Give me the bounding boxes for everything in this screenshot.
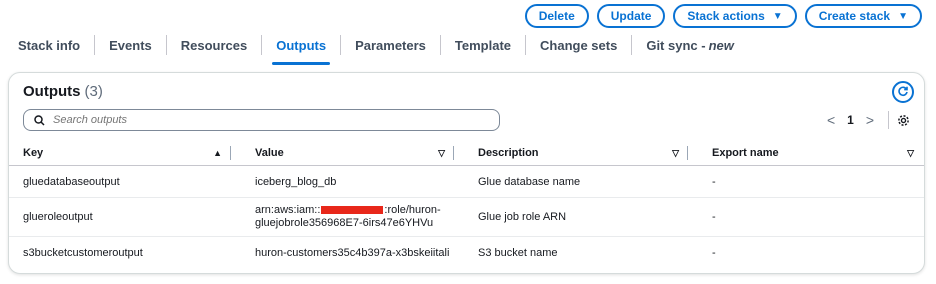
value-text: arn:aws:iam:: <box>255 204 321 216</box>
caret-down-icon: ▼ <box>898 10 908 22</box>
table-header-row: Key ▲ Value ▽ Description ▽ Export name ▽ <box>9 141 924 166</box>
caret-down-icon: ▼ <box>772 10 783 22</box>
redaction-mark <box>321 206 384 215</box>
tab-resources[interactable]: Resources <box>167 35 263 55</box>
column-header-key[interactable]: Key ▲ <box>9 141 241 166</box>
search-box[interactable] <box>23 109 500 131</box>
sort-icon[interactable]: ▽ <box>672 148 679 159</box>
tab-parameters[interactable]: Parameters <box>341 35 441 55</box>
current-page[interactable]: 1 <box>841 113 860 127</box>
create-stack-label: Create stack <box>818 9 891 23</box>
tab-label: Stack info <box>18 37 81 53</box>
search-icon <box>34 114 45 126</box>
column-divider <box>230 146 231 160</box>
delete-button-label: Delete <box>538 9 575 23</box>
output-description: S3 bucket name <box>478 246 558 259</box>
stack-tabs: Stack info Events Resources Outputs Para… <box>12 28 924 65</box>
column-label: Value <box>255 147 284 159</box>
column-label: Key <box>23 147 44 159</box>
sort-ascending-icon[interactable]: ▲ <box>213 148 222 158</box>
prev-page-icon[interactable]: < <box>821 112 841 128</box>
column-header-export-name[interactable]: Export name ▽ <box>698 141 924 166</box>
column-header-value[interactable]: Value ▽ <box>241 141 464 166</box>
output-key: gluedatabaseoutput <box>9 165 241 198</box>
output-export-name: - <box>698 165 924 198</box>
update-button[interactable]: Update <box>596 4 666 28</box>
new-badge: new <box>708 37 734 53</box>
tab-outputs[interactable]: Outputs <box>262 35 342 65</box>
column-label: Description <box>478 147 539 159</box>
stack-actions-bar: Delete Update Stack actions ▼ Create stac… <box>524 4 922 28</box>
outputs-table: Key ▲ Value ▽ Description ▽ Export name ▽ gl… <box>9 141 924 268</box>
stack-actions-label: Stack actions <box>687 9 765 23</box>
tab-events[interactable]: Events <box>95 35 167 55</box>
sort-icon[interactable]: ▽ <box>907 148 914 159</box>
tab-label: Resources <box>180 37 248 53</box>
output-key: glueroleoutput <box>9 197 241 237</box>
column-divider <box>453 146 454 160</box>
panel-title-text: Outputs <box>23 83 81 100</box>
output-value: iceberg_blog_db <box>241 165 464 198</box>
output-export-name: - <box>698 197 924 237</box>
table-row: gluedatabaseoutput iceberg_blog_db Glue … <box>9 165 924 198</box>
column-label: Export name <box>712 147 779 159</box>
sort-icon[interactable]: ▽ <box>438 148 445 159</box>
value-text: :role/huron- <box>384 204 441 216</box>
tab-label: Template <box>454 37 512 53</box>
delete-button[interactable]: Delete <box>524 4 589 28</box>
next-page-icon[interactable]: > <box>860 112 880 128</box>
output-export-name: - <box>712 246 716 259</box>
tab-git-sync[interactable]: Git sync - new <box>632 35 748 55</box>
output-description: Glue job role ARN <box>464 197 698 237</box>
tab-stack-info[interactable]: Stack info <box>12 35 96 55</box>
panel-title: Outputs (3) <box>23 83 103 100</box>
tab-template[interactable]: Template <box>441 35 527 55</box>
update-button-label: Update <box>610 9 652 23</box>
tab-label: Outputs <box>276 37 327 53</box>
outputs-panel: Outputs(3) < 1 > Key ▲ Value ▽ Description… <box>8 72 925 274</box>
table-row: glueroleoutput arn:aws:iam:::role/huron-… <box>9 197 924 237</box>
search-input[interactable] <box>51 113 499 127</box>
tab-label: Change sets <box>540 37 618 53</box>
settings-gear-icon[interactable] <box>897 114 910 127</box>
refresh-button[interactable] <box>892 81 914 103</box>
create-stack-button[interactable]: Create stack ▼ <box>804 4 922 28</box>
output-description: Glue database name <box>464 165 698 198</box>
table-row: s3bucketcustomeroutput huron-customers35… <box>9 237 924 269</box>
tab-label: Events <box>109 37 152 53</box>
column-header-description[interactable]: Description ▽ <box>464 141 698 166</box>
refresh-icon <box>898 86 908 96</box>
stack-actions-button[interactable]: Stack actions ▼ <box>673 4 797 28</box>
divider <box>888 111 889 129</box>
value-text: gluejobrole356968E7-6irs47e6YHVu <box>255 217 434 229</box>
output-key: s3bucketcustomeroutput <box>23 246 143 259</box>
output-value: huron-customers35c4b397a-x3bskeiitali <box>255 246 450 259</box>
pagination: < 1 > <box>821 111 910 129</box>
column-divider <box>687 146 688 160</box>
outputs-count: (3) <box>84 83 103 100</box>
tab-change-sets[interactable]: Change sets <box>526 35 633 55</box>
tab-label: Git sync - <box>646 37 706 53</box>
tab-label: Parameters <box>355 37 426 53</box>
output-value: arn:aws:iam:::role/huron-gluejobrole3569… <box>241 197 464 237</box>
